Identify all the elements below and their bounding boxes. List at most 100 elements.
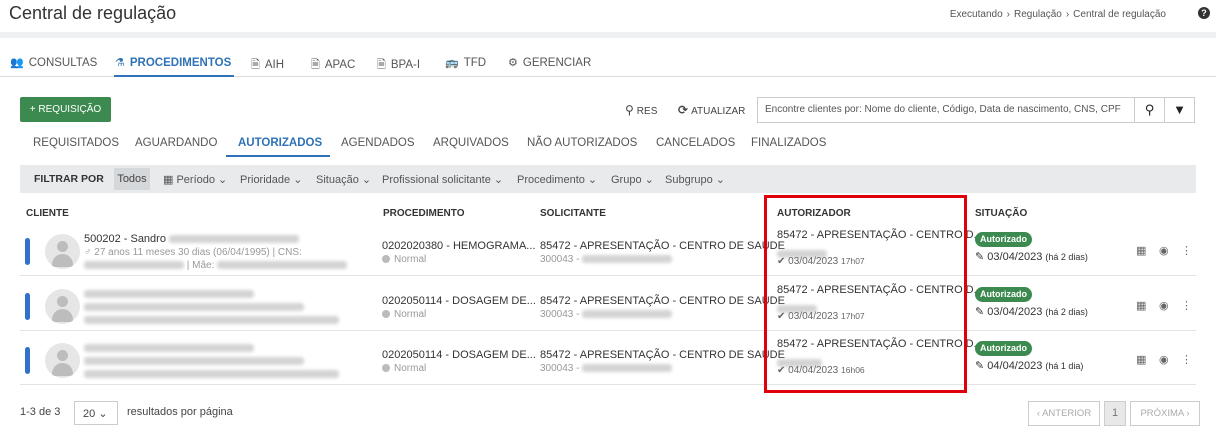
filter-grupo[interactable]: Grupo ⌄ [611,173,654,186]
filter-procedimento[interactable]: Procedimento ⌄ [517,173,597,186]
header-divider [0,32,1216,38]
prev-page-button[interactable]: ‹ ANTERIOR [1028,401,1100,426]
calendar-icon[interactable]: ▦ [1136,353,1146,366]
priority-text: Normal [394,254,427,265]
column-header-procedimento: PROCEDIMENTO [383,208,465,219]
active-status-indicator [226,155,330,157]
tab-bpa-i[interactable]: 🗎 BPA-I [377,56,420,75]
table-row[interactable]: 0202050114 - DOSAGEM DE... Normal 85472 … [20,335,1196,385]
eye-icon[interactable]: ◉ [1159,244,1169,257]
column-header-solicitante: SOLICITANTE [540,208,606,219]
filter-label: FILTRAR POR [34,173,104,185]
eye-icon[interactable]: ◉ [1159,299,1169,312]
eye-icon[interactable]: ◉ [1159,353,1169,366]
tab-autorizados[interactable]: AUTORIZADOS [238,137,322,149]
res-button[interactable]: ⚲ RES [625,103,657,117]
tab-label: AIH [264,59,285,71]
requester-name: 85472 - APRESENTAÇÃO - CENTRO DE SAÚDE [540,349,785,361]
more-icon[interactable]: ⋮ [1181,244,1192,257]
new-request-button[interactable]: + REQUISIÇÃO [20,97,111,122]
breadcrumb-item: Central de regulação [1073,9,1166,20]
more-icon[interactable]: ⋮ [1181,353,1192,366]
tab-aguardando[interactable]: AGUARDANDO [135,137,217,149]
per-page-label: resultados por página [127,406,233,418]
search-icon: ⚲ [1144,102,1155,117]
requester-code: 300043 - [540,309,673,320]
status-badge: Autorizado [975,341,1032,356]
tab-finalizados[interactable]: FINALIZADOS [751,137,826,149]
status-date-text: 04/04/2023 [987,360,1043,372]
filter-subgrupo[interactable]: Subgrupo ⌄ [665,173,725,186]
client-mother: | Mãe: [84,260,348,271]
requester-name: 85472 - APRESENTAÇÃO - CENTRO DE SAÚDE [540,295,785,307]
priority-dot [382,255,390,263]
client-info [84,356,304,367]
breadcrumb-item[interactable]: Executando [950,9,1003,20]
current-page-button[interactable]: 1 [1104,401,1126,426]
client-name [84,288,254,300]
users-icon: 👥 [10,57,24,69]
filter-bar: FILTRAR POR Todos ▦ Período ⌄ Prioridade… [20,165,1196,193]
client-name-text: 500202 - Sandro [84,233,166,245]
client-info: ♂ 27 anos 11 meses 30 dias (06/04/1995) … [84,247,302,258]
tab-apac[interactable]: 🗎 APAC [311,56,355,75]
redacted-text [84,290,254,299]
status-date-text: 03/04/2023 [987,306,1043,318]
tab-tfd[interactable]: 🚌 TFD [445,56,486,69]
tab-label: TFD [463,57,487,69]
search-button[interactable]: ⚲ [1134,97,1165,123]
page-size-select[interactable]: 20 ⌄ [74,401,118,425]
calendar-icon[interactable]: ▦ [1136,244,1146,257]
table-row[interactable]: 0202050114 - DOSAGEM DE... Normal 85472 … [20,281,1196,331]
tab-gerenciar[interactable]: ⚙ GERENCIAR [508,56,591,69]
requester-code-text: 300043 - [540,254,580,265]
active-tab-indicator [114,75,234,77]
result-count: 1-3 de 3 [20,406,61,418]
next-page-button[interactable]: PRÓXIMA › [1130,401,1200,426]
filter-all[interactable]: Todos [114,168,150,190]
filter-prioridade[interactable]: Prioridade ⌄ [240,173,302,186]
column-header-situacao: SITUAÇÃO [975,208,1028,219]
tab-label: APAC [324,59,356,71]
tab-requisitados[interactable]: REQUISITADOS [33,137,119,149]
priority-dot [382,364,390,372]
status-relative: (há 1 dia) [1045,361,1084,371]
filter-button[interactable]: ▼ [1164,97,1195,123]
table-row[interactable]: 500202 - Sandro ♂ 27 anos 11 meses 30 di… [20,226,1196,276]
requester-name: 85472 - APRESENTAÇÃO - CENTRO DE SAÚDE [540,240,785,252]
filter-profissional[interactable]: Profissional solicitante ⌄ [382,173,503,186]
requester-code: 300043 - [540,254,673,265]
filter-text: Prioridade [240,174,291,186]
highlight-box [764,195,967,393]
filter-text: Procedimento [517,174,585,186]
filter-situacao[interactable]: Situação ⌄ [316,173,371,186]
search-input[interactable]: Encontre clientes por: Nome do cliente, … [757,97,1135,123]
more-icon[interactable]: ⋮ [1181,299,1192,312]
avatar [45,234,80,269]
tab-consultas[interactable]: 👥 CONSULTAS [10,56,97,69]
doc-icon: 🗎 [377,59,386,71]
tab-procedimentos[interactable]: ⚗ PROCEDIMENTOS [115,56,231,69]
filter-text: Grupo [611,174,642,186]
priority: Normal [382,254,426,265]
procedure-name: 0202050114 - DOSAGEM DE... [382,349,536,361]
procedure-name: 0202050114 - DOSAGEM DE... [382,295,536,307]
filter-text: Profissional solicitante [382,174,491,186]
help-icon[interactable]: ? [1198,7,1210,19]
redacted-text [582,310,673,319]
tab-aih[interactable]: 🗎 AIH [251,56,284,75]
module-tabs: 👥 CONSULTAS ⚗ PROCEDIMENTOS 🗎 AIH 🗎 APAC 🗎 BP… [0,50,1216,77]
tab-nao-autorizados[interactable]: NÃO AUTORIZADOS [527,137,637,149]
filter-periodo[interactable]: ▦ Período ⌄ [163,173,227,186]
calendar-icon[interactable]: ▦ [1136,299,1146,312]
tab-arquivados[interactable]: ARQUIVADOS [433,137,509,149]
requester-code-text: 300043 - [540,363,580,374]
calendar-icon: ▦ [163,174,177,186]
priority-text: Normal [394,309,427,320]
refresh-button[interactable]: ⟳ ATUALIZAR [678,103,745,117]
breadcrumb-item[interactable]: Regulação [1014,9,1062,20]
tab-agendados[interactable]: AGENDADOS [341,137,415,149]
gear-icon: ⚙ [508,57,518,69]
tab-cancelados[interactable]: CANCELADOS [656,137,735,149]
redacted-text [84,357,304,366]
